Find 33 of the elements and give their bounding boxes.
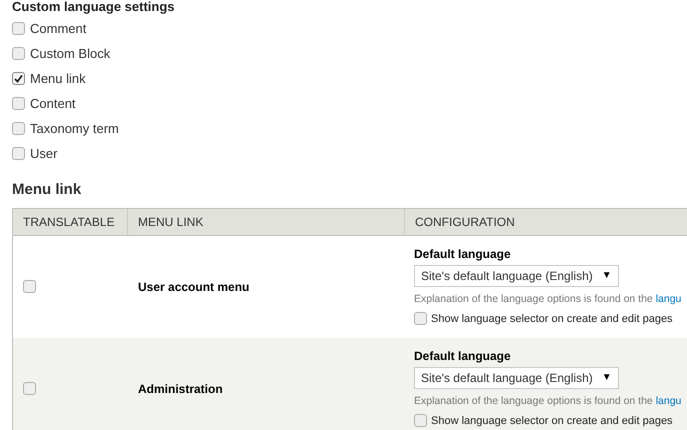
- checkbox[interactable]: [12, 47, 25, 60]
- checkbox-label: Content: [30, 94, 76, 113]
- checkbox-label: Show language selector on create and edit pages: [431, 414, 673, 428]
- table-cell-text: Administration: [138, 380, 223, 398]
- checkbox[interactable]: [23, 280, 36, 293]
- checkbox[interactable]: [12, 22, 25, 35]
- subsection-title: Menu link: [12, 180, 82, 200]
- language-link[interactable]: langu: [656, 394, 682, 406]
- checkbox-label: Menu link: [30, 70, 86, 88]
- checkbox-label: Taxonomy term: [30, 120, 119, 138]
- checkbox[interactable]: [12, 147, 25, 160]
- field-label: Default language: [414, 348, 511, 364]
- column-header: CONFIGURATION: [414, 214, 516, 230]
- column-header: TRANSLATABLE: [13, 208, 128, 234]
- checkbox[interactable]: [12, 122, 25, 135]
- checkbox-label: Comment: [30, 20, 86, 38]
- checkbox[interactable]: [414, 414, 427, 428]
- checkbox[interactable]: [23, 382, 36, 395]
- description-text: Explanation of the language options is found on the langu: [414, 292, 682, 306]
- checkbox[interactable]: [12, 97, 25, 110]
- checkbox-label: User: [30, 144, 58, 163]
- checkbox-label: Custom Block: [30, 44, 110, 63]
- language-link[interactable]: langu: [656, 292, 682, 304]
- description-text: Explanation of the language options is found on the langu: [414, 394, 682, 408]
- field-label: Default language: [414, 246, 511, 262]
- checkbox[interactable]: [414, 312, 427, 326]
- checkbox-label: Show language selector on create and edit pages: [431, 312, 673, 326]
- table-cell-text: User account menu: [138, 278, 250, 296]
- column-header: MENU LINK: [128, 208, 405, 234]
- checkbox[interactable]: [12, 72, 25, 85]
- section-title: Custom language settings: [12, 0, 175, 14]
- language-select[interactable]: Site's default language (English) ▼: [414, 366, 619, 388]
- language-select[interactable]: Site's default language (English) ▼: [414, 264, 619, 286]
